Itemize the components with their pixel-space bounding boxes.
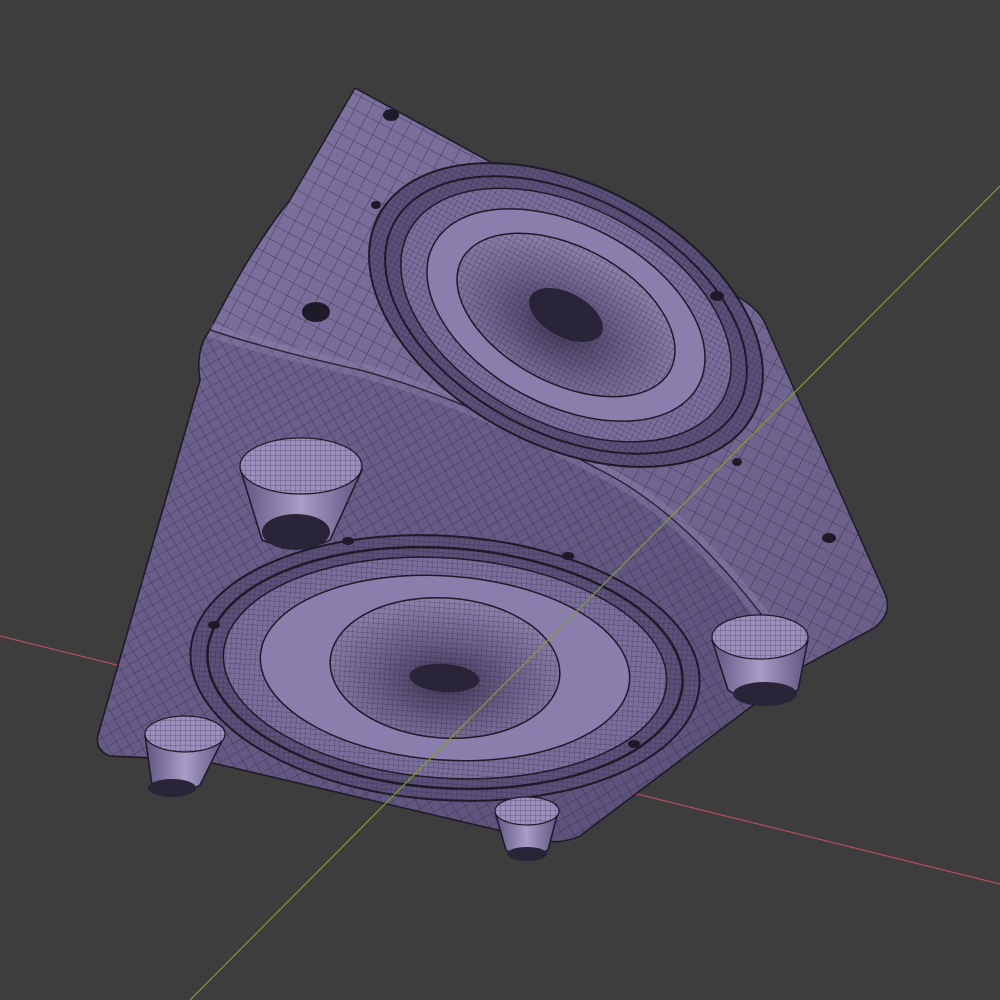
- foot-4[interactable]: [494, 796, 560, 861]
- screw-hole-icon: [371, 201, 381, 209]
- viewport-canvas[interactable]: [0, 0, 1000, 1000]
- screw-hole-icon: [822, 533, 836, 543]
- screw-hole-icon: [383, 109, 399, 121]
- foot-3[interactable]: [144, 715, 226, 797]
- 3d-viewport[interactable]: [0, 0, 1000, 1000]
- screw-hole-icon: [302, 302, 330, 322]
- screw-hole-icon: [710, 291, 724, 301]
- screw-hole-icon: [208, 621, 220, 629]
- screw-hole-icon: [562, 552, 574, 560]
- screw-hole-icon: [628, 740, 640, 748]
- screw-hole-icon: [732, 458, 742, 466]
- screw-hole-icon: [342, 537, 354, 545]
